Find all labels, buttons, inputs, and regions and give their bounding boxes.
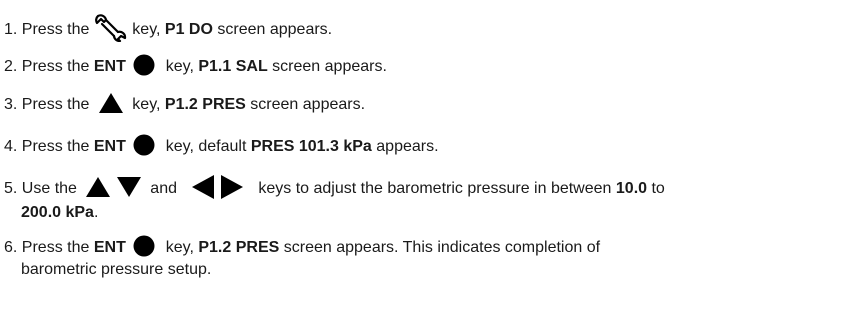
step-6-continuation: barometric pressure setup. bbox=[21, 261, 212, 279]
step-4: 4. Press the ENT key, default PRES 101.3… bbox=[4, 134, 439, 158]
step-text: Use the bbox=[21, 180, 77, 198]
step-text: key, bbox=[132, 21, 161, 39]
triangle-right-icon bbox=[220, 174, 244, 200]
step-number: 2. bbox=[4, 58, 18, 76]
step-text: to bbox=[651, 180, 665, 198]
step-text: Press the bbox=[21, 21, 90, 39]
step-number: 5. bbox=[4, 180, 18, 198]
step-2: 2. Press the ENT key, P1.1 SAL screen ap… bbox=[4, 54, 387, 78]
step-number: 6. bbox=[4, 239, 18, 257]
circle-enter-icon bbox=[133, 134, 155, 156]
circle-enter-icon bbox=[133, 235, 155, 257]
triangle-down-icon bbox=[116, 176, 142, 198]
triangle-up-icon bbox=[98, 92, 124, 114]
step-text: appears. bbox=[376, 138, 439, 156]
step-text: key, bbox=[165, 239, 194, 257]
range-max: 200.0 kPa bbox=[21, 204, 94, 221]
step-text: Press the bbox=[21, 138, 90, 156]
step-number: 1. bbox=[4, 21, 18, 39]
step-number: 3. bbox=[4, 96, 18, 114]
range-min: 10.0 bbox=[615, 180, 648, 198]
key-name: ENT bbox=[93, 58, 126, 76]
triangle-up-icon bbox=[85, 176, 111, 198]
screen-name: P1.2 PRES bbox=[164, 96, 246, 114]
screen-name: P1.1 SAL bbox=[198, 58, 268, 76]
step-5: 5. Use the and keys to adjust the barome… bbox=[4, 174, 665, 224]
step-text: and bbox=[150, 180, 177, 198]
step-text: screen appears. This indicates completio… bbox=[283, 239, 601, 257]
step-3: 3. Press the key, P1.2 PRES screen appea… bbox=[4, 92, 366, 116]
step-text: key, bbox=[132, 96, 161, 114]
key-name: ENT bbox=[93, 239, 126, 257]
step-text: screen appears. bbox=[272, 58, 387, 76]
step-text: Press the bbox=[21, 58, 90, 76]
step-text: screen appears. bbox=[217, 21, 333, 39]
step-text: screen appears. bbox=[250, 96, 366, 114]
step-text: . bbox=[93, 204, 99, 221]
step-5-continuation: 200.0 kPa. bbox=[4, 202, 665, 224]
step-text: key, default bbox=[165, 138, 247, 156]
key-name: ENT bbox=[93, 138, 126, 156]
step-text: key, bbox=[165, 58, 194, 76]
step-text: keys to adjust the barometric pressure i… bbox=[258, 180, 612, 198]
step-text: Press the bbox=[21, 239, 90, 257]
wrench-icon bbox=[94, 14, 128, 42]
screen-name: P1 DO bbox=[164, 21, 213, 39]
circle-enter-icon bbox=[133, 54, 155, 76]
step-6: 6. Press the ENT key, P1.2 PRES screen a… bbox=[4, 235, 601, 281]
screen-name: P1.2 PRES bbox=[198, 239, 280, 257]
instruction-list: 1. Press the key, P1 DO screen appears. … bbox=[0, 0, 852, 310]
step-number: 4. bbox=[4, 138, 18, 156]
step-text: Press the bbox=[21, 96, 90, 114]
triangle-left-icon bbox=[191, 174, 215, 200]
default-value: PRES 101.3 kPa bbox=[250, 138, 372, 156]
step-1: 1. Press the key, P1 DO screen appears. bbox=[4, 14, 333, 44]
